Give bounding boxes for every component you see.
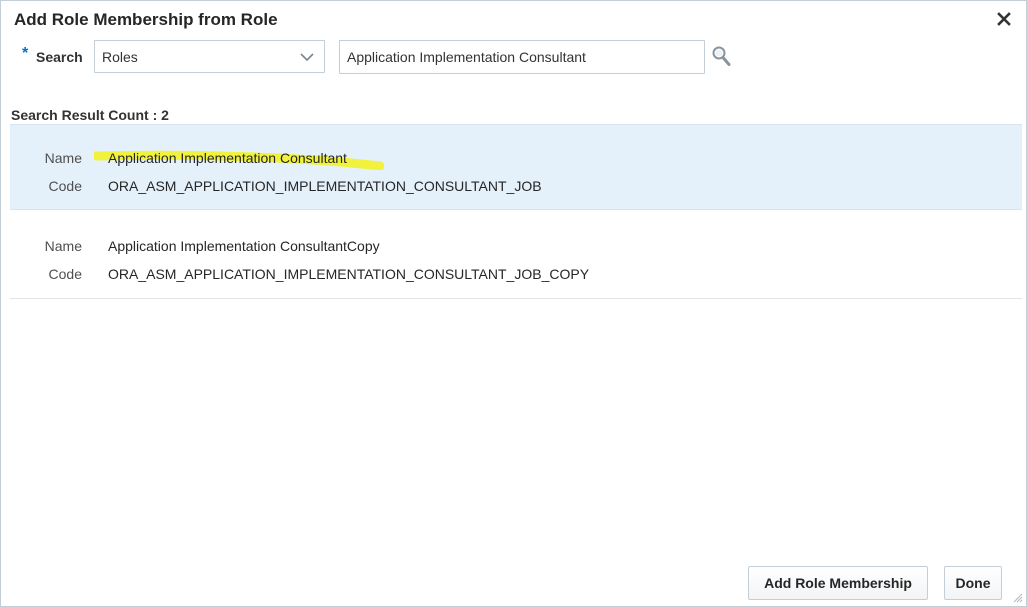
add-role-membership-dialog: Add Role Membership from Role * Search R… xyxy=(0,0,1027,607)
search-label: Search xyxy=(36,49,83,65)
search-input[interactable] xyxy=(339,40,705,74)
role-code: ORA_ASM_APPLICATION_IMPLEMENTATION_CONSU… xyxy=(108,266,590,282)
resize-grip-icon[interactable] xyxy=(1013,593,1023,603)
search-category-select[interactable]: Roles xyxy=(94,40,325,73)
name-label: Name xyxy=(44,150,82,166)
dialog-title: Add Role Membership from Role xyxy=(14,10,278,29)
close-icon xyxy=(997,12,1011,26)
search-row: * Search Roles xyxy=(1,40,1026,76)
code-label: Code xyxy=(48,266,82,282)
search-result-count: Search Result Count : 2 xyxy=(11,107,169,123)
role-name: Application Implementation Consultant xyxy=(108,150,347,166)
code-label: Code xyxy=(48,178,82,194)
role-name: Application Implementation ConsultantCop… xyxy=(108,238,380,254)
search-button[interactable] xyxy=(711,45,733,69)
search-category-value: Roles xyxy=(102,49,138,65)
magnifier-icon xyxy=(712,46,731,66)
result-row-2[interactable]: Name Application Implementation Consulta… xyxy=(10,213,1022,299)
done-button[interactable]: Done xyxy=(944,566,1002,600)
name-label: Name xyxy=(44,238,82,254)
chevron-down-icon xyxy=(300,53,314,62)
role-code: ORA_ASM_APPLICATION_IMPLEMENTATION_CONSU… xyxy=(108,178,542,194)
required-indicator: * xyxy=(22,45,29,62)
result-row-1[interactable]: Name Application Implementation Consulta… xyxy=(10,124,1022,210)
add-role-membership-button[interactable]: Add Role Membership xyxy=(748,566,928,600)
close-button[interactable] xyxy=(994,9,1014,29)
results-list: Name Application Implementation Consulta… xyxy=(10,124,1022,299)
